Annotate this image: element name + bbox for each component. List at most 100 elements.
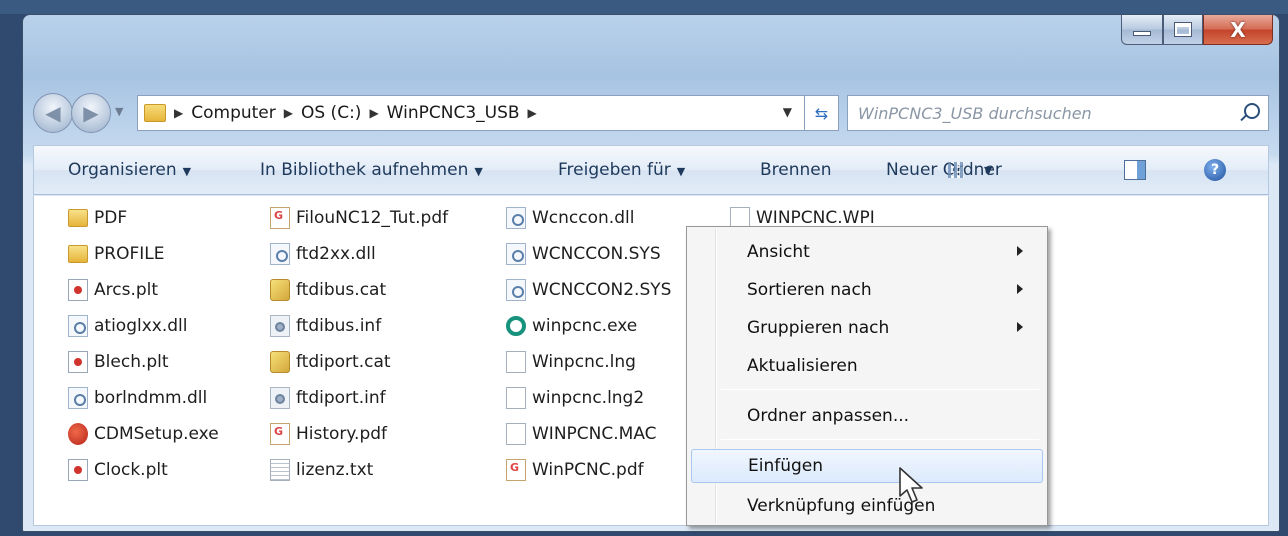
close-button[interactable]: X	[1203, 15, 1273, 45]
breadcrumb-separator-icon[interactable]: ▶	[174, 106, 183, 120]
organize-button[interactable]: Organisieren ▼	[68, 160, 191, 180]
breadcrumb-folder[interactable]: ▶ WinPCNC3_USB	[369, 103, 519, 123]
menu-item-label: Gruppieren nach	[747, 318, 890, 338]
desktop-background	[0, 0, 1288, 14]
generic-file-icon	[506, 387, 526, 409]
menu-item[interactable]: Ordner anpassen...	[691, 399, 1043, 433]
file-item[interactable]: ftdibus.cat	[270, 276, 386, 304]
inf-file-icon	[270, 387, 290, 409]
dll-file-icon	[68, 315, 88, 337]
breadcrumb-label[interactable]: OS (C:)	[301, 103, 361, 123]
dropdown-arrow-icon: ▼	[474, 165, 483, 178]
address-history-dropdown[interactable]: ▼	[783, 105, 792, 119]
menu-item[interactable]: Gruppieren nach	[691, 311, 1043, 345]
share-with-button[interactable]: Freigeben für ▼	[558, 160, 685, 180]
file-item[interactable]: WCNCCON2.SYS	[506, 276, 671, 304]
pdf-file-icon	[270, 207, 290, 229]
folder-icon	[68, 245, 88, 263]
file-name: ftdiport.cat	[296, 352, 391, 372]
file-item[interactable]: Wcnccon.dll	[506, 204, 634, 232]
file-name: CDMSetup.exe	[94, 424, 219, 444]
forward-button[interactable]: ▶	[71, 93, 111, 133]
search-input[interactable]: WinPCNC3_USB durchsuchen	[847, 95, 1269, 131]
file-item[interactable]: Arcs.plt	[68, 276, 158, 304]
caption-buttons: X	[1121, 15, 1273, 47]
refresh-button[interactable]: ⇆	[805, 95, 839, 131]
file-name: WCNCCON2.SYS	[532, 280, 672, 300]
breadcrumb-separator-icon[interactable]: ▶	[284, 106, 293, 120]
setup-exe-icon	[68, 423, 88, 445]
file-item[interactable]: ftd2xx.dll	[270, 240, 376, 268]
change-view-icon[interactable]	[948, 162, 964, 178]
file-name: WCNCCON.SYS	[532, 244, 661, 264]
burn-button[interactable]: Brennen	[760, 160, 832, 180]
file-item[interactable]: CDMSetup.exe	[68, 420, 219, 448]
file-item[interactable]: WINPCNC.MAC	[506, 420, 657, 448]
library-label: In Bibliothek aufnehmen	[260, 160, 469, 180]
breadcrumb-drive[interactable]: ▶ OS (C:)	[284, 103, 362, 123]
file-item[interactable]: History.pdf	[270, 420, 387, 448]
maximize-button[interactable]	[1163, 15, 1203, 45]
file-item[interactable]: Blech.plt	[68, 348, 169, 376]
pdf-file-icon	[506, 459, 526, 481]
command-bar: Organisieren ▼ In Bibliothek aufnehmen ▼ F…	[33, 145, 1269, 195]
folder-icon	[144, 104, 166, 122]
file-name: WinPCNC.pdf	[532, 460, 644, 480]
file-name: Arcs.plt	[94, 280, 159, 300]
plot-file-icon	[68, 279, 88, 301]
dll-file-icon	[506, 243, 526, 265]
preview-pane-icon[interactable]	[1124, 160, 1146, 180]
breadcrumb-separator-icon[interactable]: ▶	[528, 106, 537, 120]
file-item[interactable]: FilouNC12_Tut.pdf	[270, 204, 448, 232]
file-item[interactable]: WinPCNC.pdf	[506, 456, 644, 484]
file-item[interactable]: ftdibus.inf	[270, 312, 381, 340]
file-item[interactable]: PROFILE	[68, 240, 164, 268]
mouse-cursor-icon	[899, 467, 923, 503]
breadcrumb-label[interactable]: WinPCNC3_USB	[387, 103, 520, 123]
file-item[interactable]: atioglxx.dll	[68, 312, 187, 340]
file-item[interactable]: ftdiport.inf	[270, 384, 386, 412]
file-item[interactable]: Winpcnc.lng	[506, 348, 636, 376]
file-name: Winpcnc.lng	[532, 352, 636, 372]
address-bar[interactable]: ▶ Computer ▶ OS (C:) ▶ WinPCNC3_USB ▶ ▼	[137, 95, 805, 131]
menu-item[interactable]: Ansicht	[691, 235, 1043, 269]
plot-file-icon	[68, 459, 88, 481]
menu-item[interactable]: Einfügen	[691, 449, 1043, 483]
file-item[interactable]: lizenz.txt	[270, 456, 373, 484]
forward-arrow-icon: ▶	[83, 101, 99, 125]
file-item[interactable]: WCNCCON.SYS	[506, 240, 661, 268]
file-item[interactable]: ftdiport.cat	[270, 348, 391, 376]
file-name: ftdibus.inf	[296, 316, 382, 336]
winpcnc-exe-icon	[506, 316, 526, 336]
organize-label: Organisieren	[68, 160, 177, 180]
menu-separator	[721, 389, 1039, 390]
help-icon[interactable]: ?	[1204, 159, 1226, 181]
file-item[interactable]: borlndmm.dll	[68, 384, 207, 412]
recent-pages-dropdown[interactable]: ▼	[115, 105, 123, 118]
menu-item[interactable]: Aktualisieren	[691, 349, 1043, 383]
file-item[interactable]: winpcnc.lng2	[506, 384, 644, 412]
dll-file-icon	[506, 279, 526, 301]
minimize-button[interactable]	[1121, 15, 1163, 45]
file-item[interactable]: winpcnc.exe	[506, 312, 637, 340]
dropdown-arrow-icon: ▼	[182, 165, 192, 178]
burn-label: Brennen	[760, 160, 832, 180]
view-dropdown-arrow-icon[interactable]: ▼	[984, 164, 992, 177]
file-item[interactable]: Clock.plt	[68, 456, 168, 484]
search-icon[interactable]	[1244, 103, 1260, 119]
breadcrumb-subfolders[interactable]: ▶	[528, 106, 545, 120]
menu-item[interactable]: Sortieren nach	[691, 273, 1043, 307]
menu-separator	[721, 439, 1039, 440]
back-button[interactable]: ◀	[33, 93, 73, 133]
include-in-library-button[interactable]: In Bibliothek aufnehmen ▼	[260, 160, 483, 180]
submenu-arrow-icon	[1017, 246, 1023, 256]
breadcrumb-separator-icon[interactable]: ▶	[369, 106, 378, 120]
menu-item[interactable]: Verknüpfung einfügen	[691, 489, 1043, 523]
breadcrumb-label[interactable]: Computer	[191, 103, 276, 123]
menu-item-label: Aktualisieren	[747, 356, 858, 376]
dll-file-icon	[68, 387, 88, 409]
file-item[interactable]: PDF	[68, 204, 127, 232]
menu-item-label: Ansicht	[747, 242, 810, 262]
breadcrumb-computer[interactable]: ▶ Computer	[174, 103, 276, 123]
share-label: Freigeben für	[558, 160, 671, 180]
